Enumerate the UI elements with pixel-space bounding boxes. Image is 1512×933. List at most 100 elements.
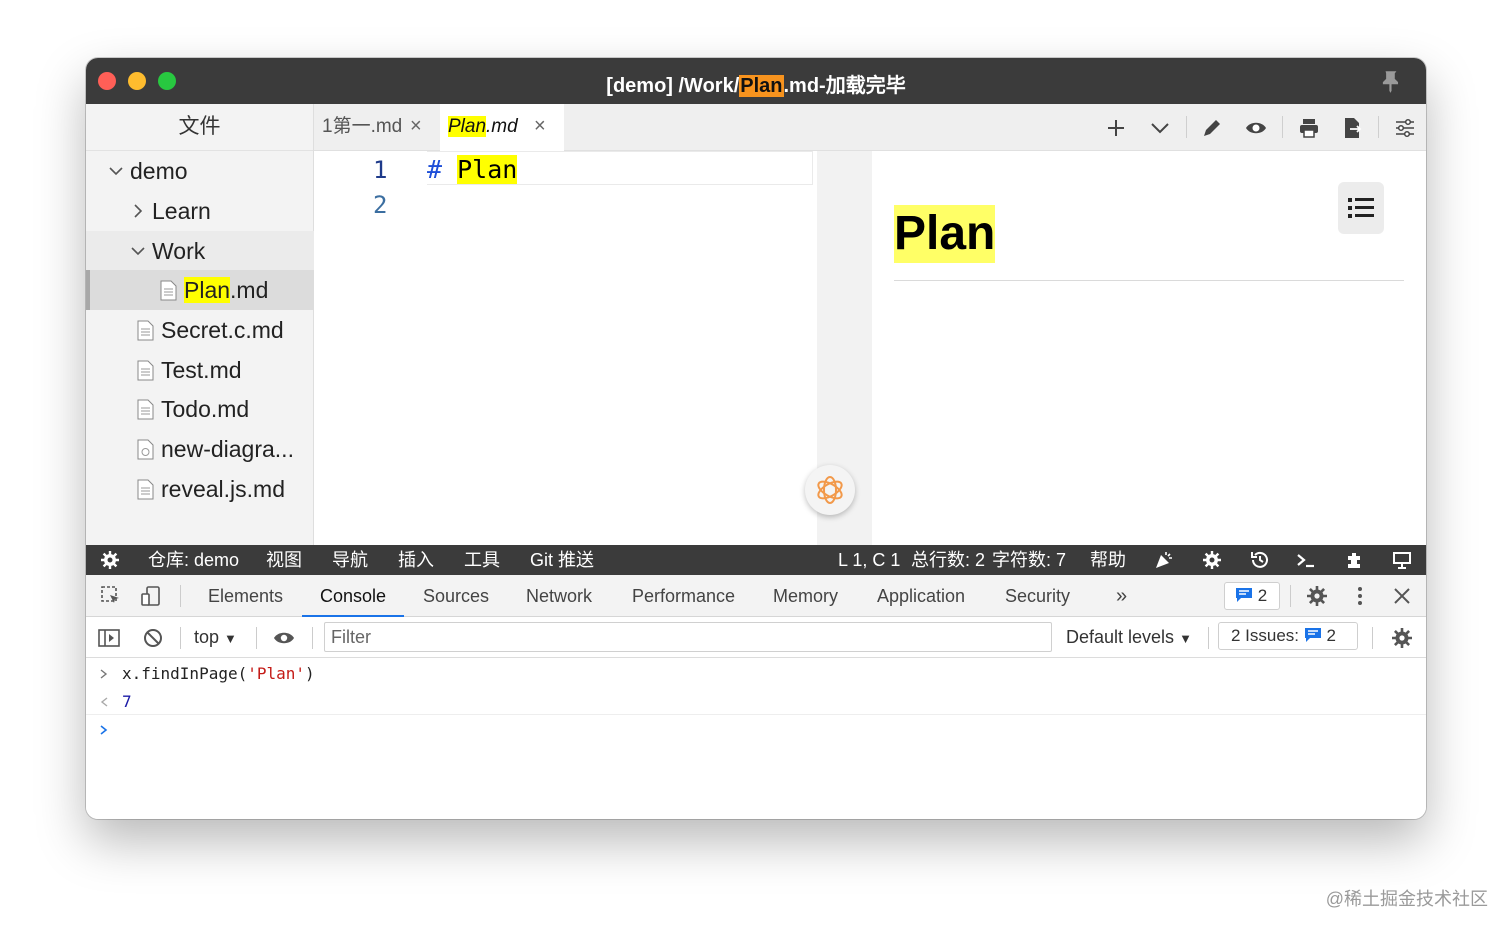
- presentation-icon[interactable]: [1392, 550, 1412, 570]
- tree-label: Secret.c.md: [161, 317, 284, 343]
- menu-view[interactable]: 视图: [266, 545, 302, 575]
- settings-sliders-icon[interactable]: [1393, 116, 1417, 140]
- chevron-down-icon: [131, 247, 145, 256]
- history-icon[interactable]: [1250, 550, 1270, 570]
- party-popper-icon[interactable]: [1154, 550, 1174, 570]
- tab-application[interactable]: Application: [877, 575, 965, 617]
- tree-file-test[interactable]: Test.md: [86, 350, 314, 390]
- tab-console[interactable]: Console: [302, 575, 405, 617]
- tab-security[interactable]: Security: [1005, 575, 1070, 617]
- pencil-icon[interactable]: [1200, 116, 1224, 140]
- ai-assistant-button[interactable]: [805, 465, 855, 515]
- tree-folder-learn[interactable]: Learn: [86, 191, 314, 231]
- cursor-position[interactable]: L 1, C 1: [838, 545, 900, 575]
- tree-label: Test.md: [161, 357, 242, 383]
- menu-navigate[interactable]: 导航: [332, 545, 368, 575]
- terminal-icon[interactable]: [1296, 550, 1316, 570]
- code-search-highlight: Plan: [457, 155, 518, 184]
- help-menu[interactable]: 帮助: [1090, 545, 1126, 575]
- tab-sources[interactable]: Sources: [423, 575, 489, 617]
- kebab-menu-icon[interactable]: [1349, 585, 1371, 607]
- gear-icon[interactable]: [1306, 585, 1328, 607]
- line-count: 总行数: 2: [911, 550, 986, 570]
- app-window: [demo] /Work/Plan.md-加载完毕 文件 demo Learn …: [86, 58, 1426, 819]
- tab-label: Plan.md: [448, 116, 518, 137]
- log-levels-dropdown[interactable]: Default levels ▼: [1066, 617, 1192, 658]
- gear-icon[interactable]: [1202, 550, 1222, 570]
- char-count: 字符数: 7: [992, 550, 1067, 570]
- clear-console-icon[interactable]: [142, 627, 164, 649]
- export-icon[interactable]: [1340, 116, 1364, 140]
- gear-icon[interactable]: [1391, 627, 1413, 649]
- tab-performance[interactable]: Performance: [632, 575, 735, 617]
- toolbar-divider: [1378, 116, 1379, 138]
- tree-file-new-diagram[interactable]: new-diagra...: [86, 429, 314, 469]
- tree-label: Learn: [152, 198, 211, 224]
- tree-file-reveal[interactable]: reveal.js.md: [86, 469, 314, 509]
- eye-icon[interactable]: [273, 627, 295, 649]
- toolbar-divider: [180, 585, 181, 607]
- sidebar-header: 文件: [86, 104, 313, 151]
- chevron-down-icon[interactable]: [1148, 116, 1172, 140]
- plus-icon[interactable]: [1104, 116, 1128, 140]
- toolbar-divider: [180, 627, 181, 649]
- menu-tools[interactable]: 工具: [464, 545, 500, 575]
- file-icon: [137, 360, 154, 381]
- issues-button[interactable]: 2 Issues: 2: [1218, 622, 1358, 650]
- toolbar-divider: [1282, 116, 1283, 138]
- console-result: 7: [122, 692, 132, 711]
- tab-memory[interactable]: Memory: [773, 575, 838, 617]
- print-icon[interactable]: [1297, 116, 1321, 140]
- tree-folder-demo[interactable]: demo: [86, 151, 314, 191]
- tree-file-todo[interactable]: Todo.md: [86, 389, 314, 429]
- close-tab-icon[interactable]: ×: [534, 104, 546, 149]
- menu-git-push[interactable]: Git 推送: [530, 545, 594, 575]
- device-toolbar-icon[interactable]: [140, 585, 162, 607]
- messages-badge[interactable]: 2: [1224, 582, 1280, 610]
- toolbar-divider: [1290, 585, 1291, 607]
- context-selector[interactable]: top ▼: [194, 617, 237, 658]
- close-tab-icon[interactable]: ×: [410, 104, 422, 149]
- dropdown-caret-icon: ▼: [224, 631, 237, 646]
- more-tabs-button[interactable]: »: [1116, 575, 1127, 617]
- tree-label: demo: [130, 158, 188, 184]
- dropdown-caret-icon: ▼: [1179, 631, 1192, 646]
- repo-indicator[interactable]: 仓库: demo: [148, 545, 239, 575]
- tab-label: 1第一.md: [322, 116, 403, 137]
- gear-icon[interactable]: [100, 550, 120, 570]
- markdown-editor[interactable]: 1 2 # Plan: [315, 151, 817, 545]
- tab-plan-md[interactable]: Plan.md ×: [440, 104, 564, 151]
- tree-file-secret[interactable]: Secret.c.md: [86, 310, 314, 350]
- toolbar-divider: [1208, 627, 1209, 649]
- pin-icon[interactable]: [1378, 68, 1404, 94]
- tree-label: new-diagra...: [161, 436, 294, 462]
- diagram-file-icon: [137, 439, 154, 460]
- filter-input[interactable]: Filter: [324, 622, 1052, 652]
- console-divider: [86, 714, 1426, 715]
- tree-folder-work[interactable]: Work: [86, 231, 314, 271]
- tree-label: Work: [152, 238, 206, 264]
- eye-icon[interactable]: [1244, 116, 1268, 140]
- list-icon: [1348, 198, 1374, 218]
- toc-button[interactable]: [1338, 182, 1384, 234]
- toolbar-divider: [1372, 627, 1373, 649]
- tab-first-md[interactable]: 1第一.md ×: [314, 104, 440, 151]
- menu-insert[interactable]: 插入: [398, 545, 434, 575]
- editor-tab-bar: 1第一.md × Plan.md ×: [314, 104, 1426, 151]
- openai-icon: [817, 476, 843, 504]
- tree-file-plan[interactable]: Plan.md: [86, 270, 314, 310]
- tab-elements[interactable]: Elements: [208, 575, 283, 617]
- sidebar-toggle-icon[interactable]: [98, 627, 120, 649]
- tab-network[interactable]: Network: [526, 575, 592, 617]
- chevron-down-icon: [109, 167, 123, 176]
- inspect-element-icon[interactable]: [100, 585, 122, 607]
- toolbar-divider: [1186, 116, 1187, 138]
- file-icon: [137, 479, 154, 500]
- code-line[interactable]: # Plan: [427, 155, 518, 184]
- result-arrow-icon: [100, 697, 108, 707]
- title-search-highlight: Plan: [739, 75, 784, 97]
- plugin-icon[interactable]: [1344, 550, 1364, 570]
- close-icon[interactable]: [1391, 585, 1413, 607]
- console-output[interactable]: x.findInPage('Plan') 7: [86, 658, 1426, 819]
- title-bar: [demo] /Work/Plan.md-加载完毕: [86, 58, 1426, 104]
